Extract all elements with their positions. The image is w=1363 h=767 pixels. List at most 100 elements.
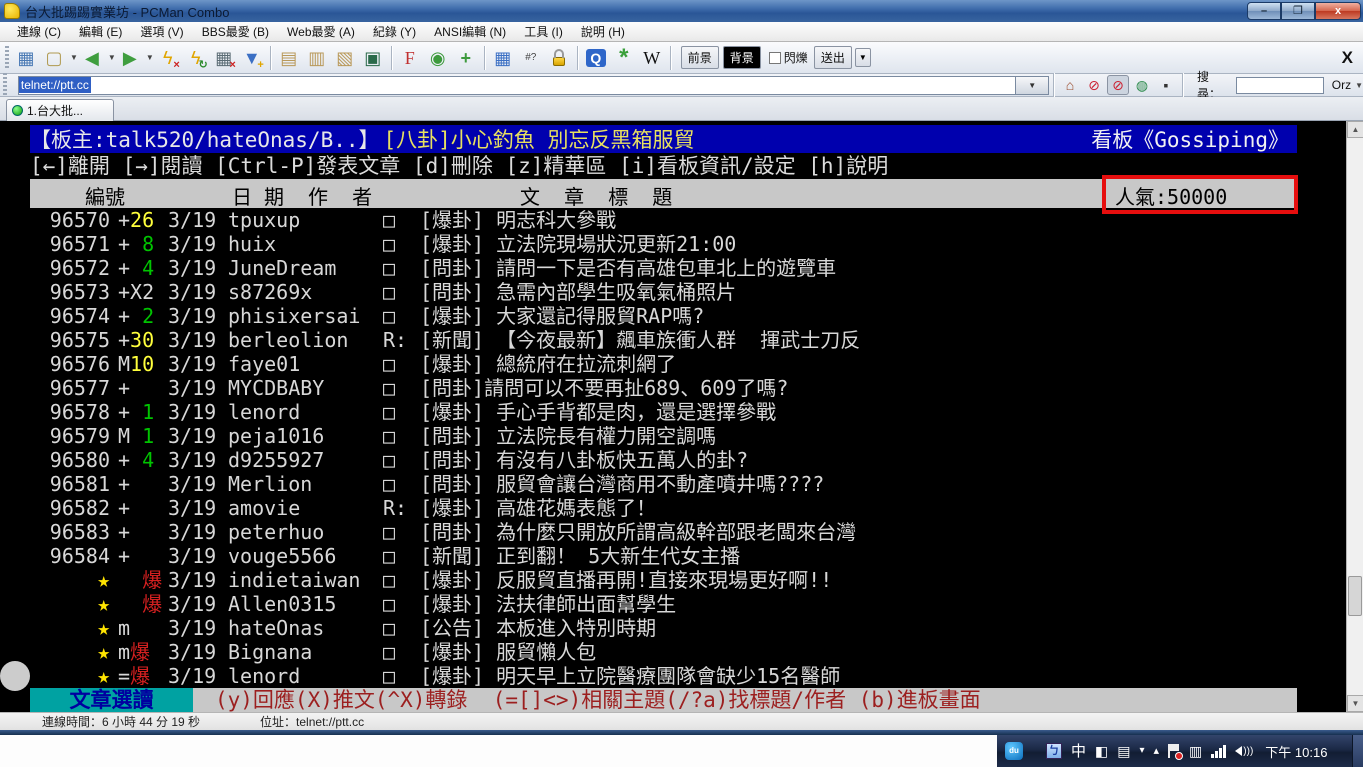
search-engine-selector[interactable]: Orz (1332, 78, 1351, 92)
dropdown-arrow-icon[interactable]: ▼ (70, 53, 78, 62)
show-sidebar-icon[interactable]: ⊘ (1107, 75, 1130, 95)
addressbar-grip[interactable] (3, 73, 7, 97)
show-hidden-icons-icon[interactable]: ▴ (1154, 745, 1160, 757)
menu-item[interactable]: 編輯 (E) (70, 21, 131, 42)
paste-icon[interactable]: ▧ (332, 45, 358, 71)
push-count: M10 (110, 352, 168, 376)
menu-item[interactable]: 工具 (I) (515, 21, 572, 42)
background-color-button[interactable]: 背景 (722, 46, 761, 69)
post-row[interactable]: 96578 + 1 3/19 lenord □ [爆卦] 手心手背都是肉，還是選擇參戰 (0, 400, 1346, 424)
reconnect-icon[interactable]: ϟ ↻ (183, 45, 209, 71)
scroll-down-icon[interactable]: ▼ (1347, 695, 1363, 712)
post-row[interactable]: 96583 +3/19 peterhuo □ [問卦] 為什麼只開放所謂高級幹部跟老闆來… (0, 520, 1346, 544)
clipboard-icon[interactable]: ▥ (1189, 744, 1202, 758)
minimize-button[interactable]: – (1247, 2, 1281, 20)
menu-item[interactable]: Web最愛 (A) (278, 21, 364, 42)
search-input[interactable] (1235, 76, 1324, 94)
post-row[interactable]: 96581 +3/19 Merlion □ [問卦] 服貿會讓台灣商用不動產噴井嗎???… (0, 472, 1346, 496)
ime-chinese-icon[interactable]: 中 (1071, 744, 1086, 759)
post-author: berleolion (228, 328, 349, 352)
wikipedia-icon[interactable]: W (639, 45, 665, 71)
close-button[interactable]: x (1315, 2, 1361, 20)
scrollbar-thumb[interactable] (1348, 576, 1362, 616)
taskbar-clock[interactable]: 下午 10:16 (1265, 742, 1327, 761)
post-row[interactable]: 96573 +X2 3/19 s87269x □ [問卦] 急需內部學生吸氧氣桶照片 (0, 280, 1346, 304)
dropdown-arrow-icon[interactable]: ▼ (108, 53, 116, 62)
tab-session-1[interactable]: 1.台大批... (6, 99, 114, 121)
encoding-icon[interactable]: #? (518, 45, 544, 71)
blink-checkbox[interactable] (768, 51, 781, 64)
post-row[interactable]: 96571 + 8 3/19 huix □ [爆卦] 立法院現場狀況更新21:00 (0, 232, 1346, 256)
post-author: indietaiwan (228, 568, 361, 592)
volume-icon[interactable]: ))) (1235, 746, 1253, 757)
post-row[interactable]: 96576 M10 3/19 faye01 □ [爆卦] 總統府在拉流刺網了 (0, 352, 1346, 376)
ime-shape-icon[interactable]: ◧ (1095, 744, 1108, 758)
close-toolbar-icon[interactable]: X (1342, 48, 1353, 68)
add-bookmark-icon[interactable]: ▼ + (239, 45, 265, 71)
restore-button[interactable]: ❐ (1281, 2, 1315, 20)
post-row[interactable]: 96582 +3/19 amovie R: [爆卦] 高雄花媽表態了！ (0, 496, 1346, 520)
globe-icon[interactable]: ◍ (1131, 75, 1153, 95)
toolbar-grip[interactable] (5, 45, 9, 70)
copy-ansi-icon[interactable]: ▥ (304, 45, 330, 71)
hide-sidebar-icon[interactable]: ⊘ (1083, 75, 1105, 95)
ime-language-icon[interactable]: ㄅ (1046, 743, 1062, 759)
post-row[interactable]: 96579 M 1 3/19 peja1016 □ [問卦] 立法院長有權力開空調嗎 (0, 424, 1346, 448)
font-icon[interactable]: F (397, 45, 423, 71)
post-row[interactable]: 96575 +30 3/19 berleolion R: [新聞] 【今夜最新】飆車族衝人… (0, 328, 1346, 352)
forward-icon[interactable]: ▶ (117, 45, 143, 71)
post-row[interactable]: ★ =爆 3/19 lenord □ [爆卦] 明天早上立院醫療團隊會缺少15名醫師 (0, 661, 1346, 691)
session-icon[interactable]: ▦ (13, 45, 39, 71)
post-row[interactable]: ★ m爆 3/19 Bignana □ [爆卦] 服貿懶人包 (0, 640, 1346, 664)
menu-item[interactable]: ANSI編輯 (N) (425, 21, 515, 42)
ansi-edit-toolbar: 前景 背景 閃爍 送出 ▼ (679, 46, 871, 69)
post-row[interactable]: 96572 + 4 3/19 JuneDream □ [問卦] 請問一下是否有高雄包車北上… (0, 256, 1346, 280)
foreground-color-button[interactable]: 前景 (680, 46, 719, 69)
post-row[interactable]: ★ m 3/19 hateOnas □ [公告] 本板進入特別時期 (0, 616, 1346, 640)
new-tab-icon[interactable]: ▢ (41, 45, 67, 71)
post-date: 3/19 (168, 448, 217, 472)
post-row[interactable]: 96574 + 2 3/19 phisixersai □ [爆卦] 大家還記得服貿RAP嗎… (0, 304, 1346, 328)
home-icon[interactable]: ⌂ (1059, 75, 1081, 95)
send-button[interactable]: 送出 (813, 46, 852, 69)
ime-pad-icon[interactable]: ▤ (1117, 744, 1130, 758)
post-row[interactable]: 96580 + 4 3/19 d9255927 □ [問卦] 有沒有八卦板快五萬人的卦? (0, 448, 1346, 472)
menu-item[interactable]: 說明 (H) (572, 21, 634, 42)
push-segment: m (118, 616, 131, 640)
url-dropdown-icon[interactable]: ▼ (1016, 75, 1050, 95)
url-input[interactable]: telnet://ptt.cc (17, 75, 1017, 95)
show-desktop-button[interactable] (1352, 735, 1363, 767)
post-row[interactable]: ★ 爆 3/19 indietaiwan □ [爆卦] 反服貿直播再開!直接來現場更好啊… (0, 568, 1346, 592)
resize-window-icon[interactable]: + (453, 45, 479, 71)
post-author: JuneDream (228, 256, 337, 280)
action-center-icon[interactable] (1168, 744, 1184, 760)
terminal-scrollbar[interactable]: ▲ ▼ (1346, 121, 1363, 712)
post-row[interactable]: 96577 +3/19 MYCDBABY □ [問卦]請問可以不要再扯689、609了嗎… (0, 376, 1346, 400)
pinned-star-icon: ★ (97, 592, 110, 616)
quick-launch-icon[interactable]: Q (583, 45, 609, 71)
post-row[interactable]: ★ 爆 3/19 Allen0315 □ [爆卦] 法扶律師出面幫學生 (0, 592, 1346, 616)
fullscreen-icon[interactable]: ▦ (490, 45, 516, 71)
bbs-terminal[interactable]: 【板主:talk520/hateOnas/B..】 [八卦]小心釣魚 別忘反黑箱… (0, 121, 1346, 712)
disconnect-icon[interactable]: ϟ × (155, 45, 181, 71)
preview-icon[interactable]: ▣ (360, 45, 386, 71)
settings-gear-icon[interactable]: ◉ (425, 45, 451, 71)
menu-item[interactable]: 選項 (V) (131, 21, 192, 42)
network-icon[interactable] (1211, 744, 1227, 758)
ime-menu-icon[interactable]: ▾ (1139, 746, 1144, 756)
close-session-icon[interactable]: ▦ × (211, 45, 237, 71)
new-window-icon[interactable]: ▪ (1155, 75, 1177, 95)
menu-item[interactable]: BBS最愛 (B) (193, 21, 278, 42)
send-dropdown[interactable]: ▼ (854, 48, 871, 67)
post-row[interactable]: 96584 +3/19 vouge5566 □ [新聞] 正到翻！ 5大新生代女主播 (0, 544, 1346, 568)
du-icon[interactable]: du (1005, 742, 1023, 760)
back-icon[interactable]: ◀ (79, 45, 105, 71)
services-icon[interactable]: * (611, 45, 637, 71)
search-engine-dropdown-icon[interactable]: ▼ (1355, 81, 1363, 90)
scroll-up-icon[interactable]: ▲ (1347, 121, 1363, 138)
copy-icon[interactable]: ▤ (276, 45, 302, 71)
unlock-icon[interactable] (546, 45, 572, 71)
dropdown-arrow-icon[interactable]: ▼ (146, 53, 154, 62)
menu-item[interactable]: 連線 (C) (8, 21, 70, 42)
menu-item[interactable]: 紀錄 (Y) (364, 21, 425, 42)
